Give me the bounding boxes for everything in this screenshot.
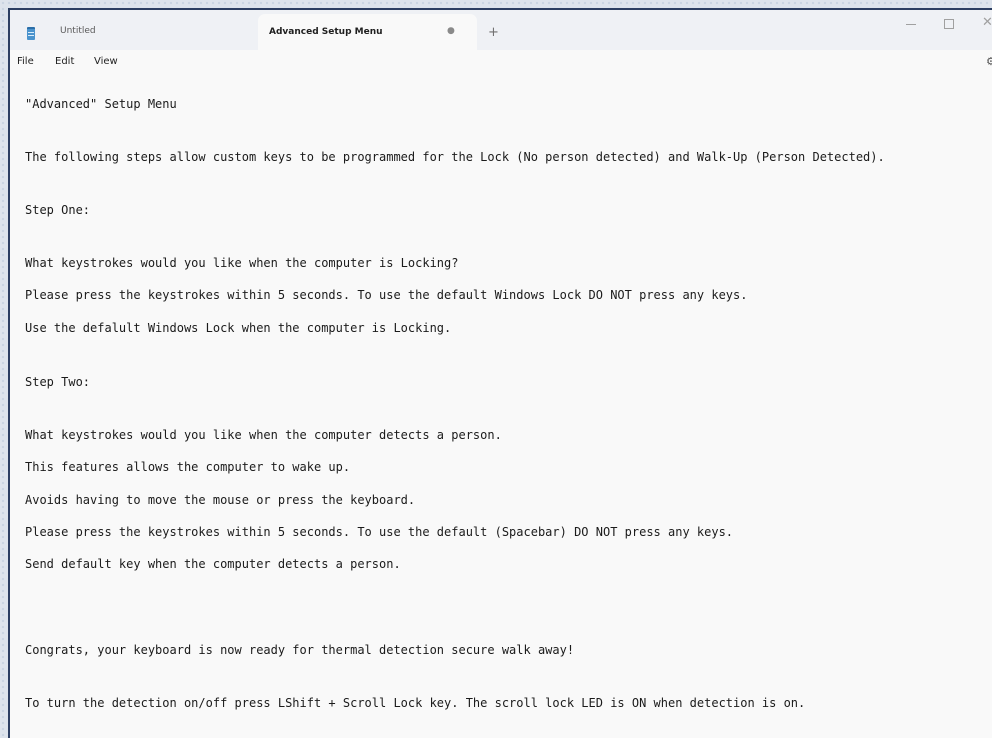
notepad-window: Untitled Advanced Setup Menu ● + ✕ File … [8, 8, 992, 738]
document-line: Avoids having to move the mouse or press… [25, 493, 416, 507]
unsaved-dot-icon: ● [447, 26, 455, 36]
document-line: This features allows the computer to wak… [25, 460, 351, 474]
document-line: Send default key when the computer detec… [25, 557, 401, 571]
menu-bar: File Edit View ⚙ [10, 50, 992, 76]
document-line: The following steps allow custom keys to… [25, 150, 885, 164]
document-line: Step Two: [25, 375, 91, 389]
plus-icon[interactable]: + [488, 26, 499, 39]
tab-untitled[interactable]: Untitled [50, 18, 260, 50]
gear-icon[interactable]: ⚙ [986, 55, 992, 68]
document-line: Use the defalult Windows Lock when the c… [25, 321, 452, 335]
tab-bar: Untitled Advanced Setup Menu ● + ✕ [10, 10, 992, 50]
document-line: What keystrokes would you like when the … [25, 256, 459, 270]
tab-label: Advanced Setup Menu [269, 27, 383, 37]
menu-file[interactable]: File [17, 56, 34, 67]
document-line: Please press the keystrokes within 5 sec… [25, 288, 748, 302]
document-line: Please press the keystrokes within 5 sec… [25, 525, 734, 539]
menu-view[interactable]: View [94, 56, 118, 67]
tab-label: Untitled [60, 26, 96, 36]
tab-advanced-setup-menu[interactable]: Advanced Setup Menu ● [258, 14, 477, 50]
document-line: "Advanced" Setup Menu [25, 97, 177, 111]
document-line: To turn the detection on/off press LShif… [25, 696, 806, 710]
text-editor[interactable]: "Advanced" Setup Menu The following step… [10, 76, 992, 738]
menu-edit[interactable]: Edit [55, 56, 74, 67]
document-line: What keystrokes would you like when the … [25, 428, 502, 442]
document-line: Step One: [25, 203, 91, 217]
notepad-icon [27, 27, 35, 40]
minimize-icon[interactable] [906, 24, 916, 25]
document-line: Congrats, your keyboard is now ready for… [25, 643, 575, 657]
maximize-icon[interactable] [944, 19, 954, 29]
close-icon[interactable]: ✕ [982, 15, 992, 30]
